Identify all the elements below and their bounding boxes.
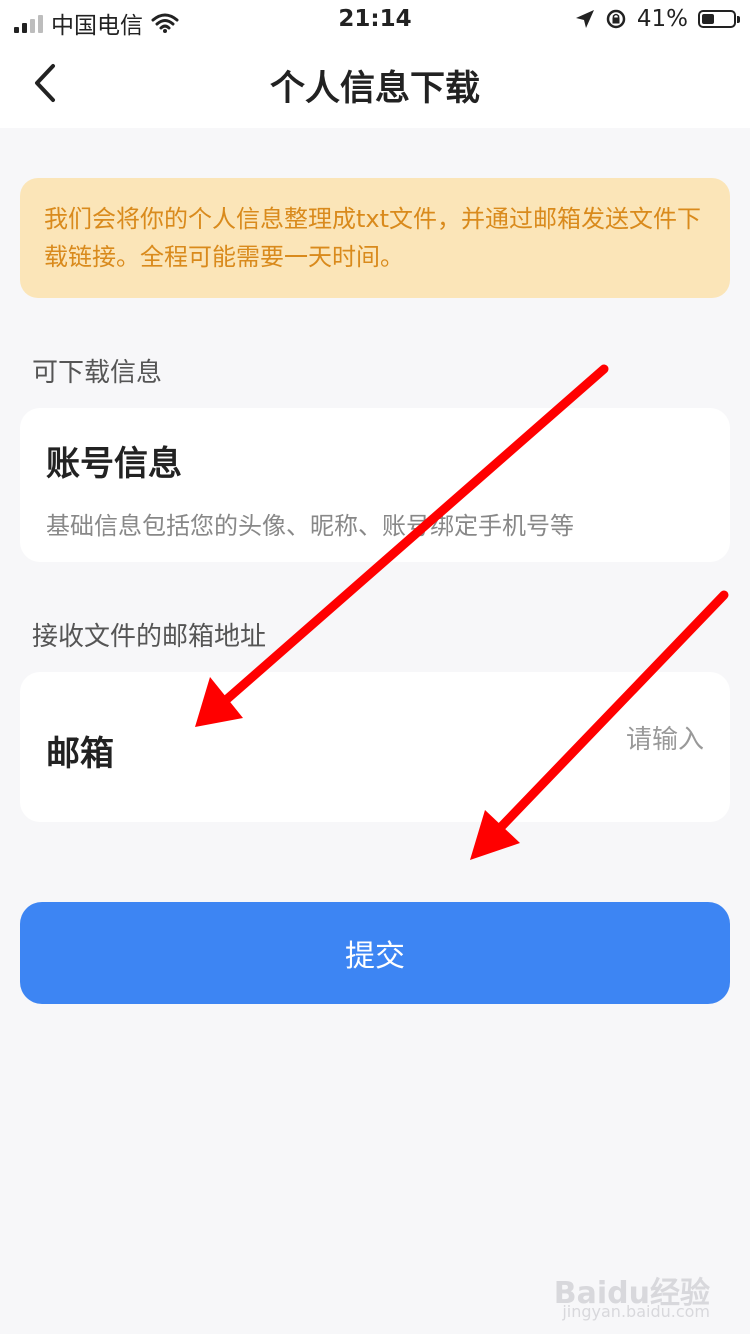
email-label: 邮箱 (46, 734, 114, 774)
account-info-title: 账号信息 (46, 444, 182, 484)
email-card: 邮箱 (20, 672, 730, 822)
nav-bar: 个人信息下载 (0, 40, 750, 128)
watermark-url: jingyan.baidu.com (562, 1302, 710, 1321)
email-section-label: 接收文件的邮箱地址 (32, 622, 267, 652)
status-right: 41% (575, 6, 740, 32)
page-title: 个人信息下载 (269, 69, 480, 109)
email-input[interactable] (382, 724, 706, 756)
account-info-desc: 基础信息包括您的头像、昵称、账号绑定手机号等 (46, 512, 574, 540)
status-bar: 中国电信 21:14 41% (0, 0, 750, 40)
battery-icon (698, 10, 740, 28)
submit-button[interactable]: 提交 (20, 902, 730, 1004)
downloadable-section-label: 可下载信息 (32, 358, 163, 388)
account-info-card: 账号信息 基础信息包括您的头像、昵称、账号绑定手机号等 (20, 408, 730, 562)
rotation-lock-icon (606, 9, 626, 29)
location-arrow-icon (575, 10, 594, 28)
battery-level (702, 14, 714, 24)
battery-percent: 41% (636, 6, 688, 32)
notice-banner: 我们会将你的个人信息整理成txt文件，并通过邮箱发送文件下载链接。全程可能需要一… (20, 178, 730, 298)
